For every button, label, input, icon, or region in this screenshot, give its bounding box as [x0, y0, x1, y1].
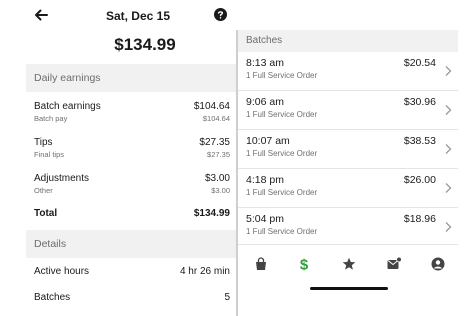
batch-order-type: 1 Full Service Order: [246, 188, 318, 197]
batch-row[interactable]: 10:07 am 1 Full Service Order $38.53: [238, 131, 458, 169]
batch-amount: $30.96: [403, 96, 436, 108]
batch-time: 8:13 am: [246, 57, 284, 69]
chevron-right-icon: [445, 144, 452, 154]
tips-amount: $27.35: [199, 137, 230, 148]
batch-row[interactable]: 8:13 am 1 Full Service Order $20.54: [238, 53, 458, 91]
batch-order-type: 1 Full Service Order: [246, 110, 318, 119]
batch-earnings-amount: $104.64: [193, 101, 230, 112]
chevron-right-icon: [445, 66, 452, 76]
final-tips-amount: $27.35: [207, 150, 230, 159]
tips-row: Tips $27.35 Final tips $27.35: [34, 137, 230, 161]
other-label: Other: [34, 186, 53, 195]
batches-header: Batches: [238, 30, 458, 52]
batch-time: 4:18 pm: [246, 174, 284, 186]
shopping-bag-icon[interactable]: [253, 256, 269, 272]
batch-amount: $38.53: [403, 135, 436, 147]
total-amount: $134.99: [193, 208, 230, 219]
bottom-tab-bar: $: [238, 248, 458, 280]
batch-pay-amount: $104.64: [202, 114, 230, 123]
details-header: Details: [26, 230, 236, 258]
final-tips-label: Final tips: [34, 150, 65, 159]
batch-amount: $20.54: [403, 57, 436, 69]
batch-time: 5:04 pm: [246, 213, 284, 225]
active-hours-row: Active hours 4 hr 26 min: [34, 266, 230, 280]
active-hours-label: Active hours: [34, 266, 90, 277]
top-bar: Sat, Dec 15: [0, 0, 236, 30]
adjustments-label: Adjustments: [34, 173, 90, 184]
active-hours-value: 4 hr 26 min: [179, 266, 230, 277]
batch-order-type: 1 Full Service Order: [246, 227, 318, 236]
batch-order-type: 1 Full Service Order: [246, 149, 318, 158]
batch-earnings-row: Batch earnings $104.64 Batch pay $104.64: [34, 101, 230, 125]
batch-row[interactable]: 9:06 am 1 Full Service Order $30.96: [238, 92, 458, 130]
star-icon[interactable]: [341, 256, 357, 272]
batch-order-type: 1 Full Service Order: [246, 71, 318, 80]
chevron-right-icon: [445, 183, 452, 193]
batch-row[interactable]: 4:18 pm 1 Full Service Order $26.00: [238, 170, 458, 208]
batch-time: 9:06 am: [246, 96, 284, 108]
batch-pay-label: Batch pay: [34, 114, 68, 123]
batch-amount: $18.96: [403, 213, 436, 225]
batches-header-label: Batches: [246, 35, 283, 46]
chevron-right-icon: [445, 222, 452, 232]
home-indicator: [310, 287, 388, 290]
batches-count-label: Batches: [34, 292, 71, 303]
help-icon[interactable]: [214, 8, 227, 21]
account-icon[interactable]: [430, 256, 446, 272]
batch-amount: $26.00: [403, 174, 436, 186]
adjustments-row: Adjustments $3.00 Other $3.00: [34, 173, 230, 197]
other-amount: $3.00: [211, 186, 230, 195]
earnings-detail-pane: Sat, Dec 15 $134.99 Daily earnings Batch…: [0, 0, 236, 316]
chevron-right-icon: [445, 105, 452, 115]
batch-time: 10:07 am: [246, 135, 290, 147]
adjustments-amount: $3.00: [204, 173, 230, 184]
batch-earnings-label: Batch earnings: [34, 101, 101, 112]
date-title: Sat, Dec 15: [105, 9, 171, 23]
mail-icon[interactable]: [386, 256, 402, 272]
batches-count-row: Batches 5: [34, 292, 230, 306]
total-label: Total: [34, 208, 58, 219]
daily-earnings-header: Daily earnings: [26, 64, 236, 92]
tips-label: Tips: [34, 137, 53, 148]
total-row: Total $134.99: [34, 208, 230, 222]
svg-text:$: $: [300, 257, 309, 273]
batch-row[interactable]: 5:04 pm 1 Full Service Order $18.96: [238, 209, 458, 245]
dollar-icon[interactable]: $: [296, 256, 312, 273]
batches-count-value: 5: [224, 292, 230, 303]
batches-pane: Batches 8:13 am 1 Full Service Order $20…: [238, 30, 458, 316]
